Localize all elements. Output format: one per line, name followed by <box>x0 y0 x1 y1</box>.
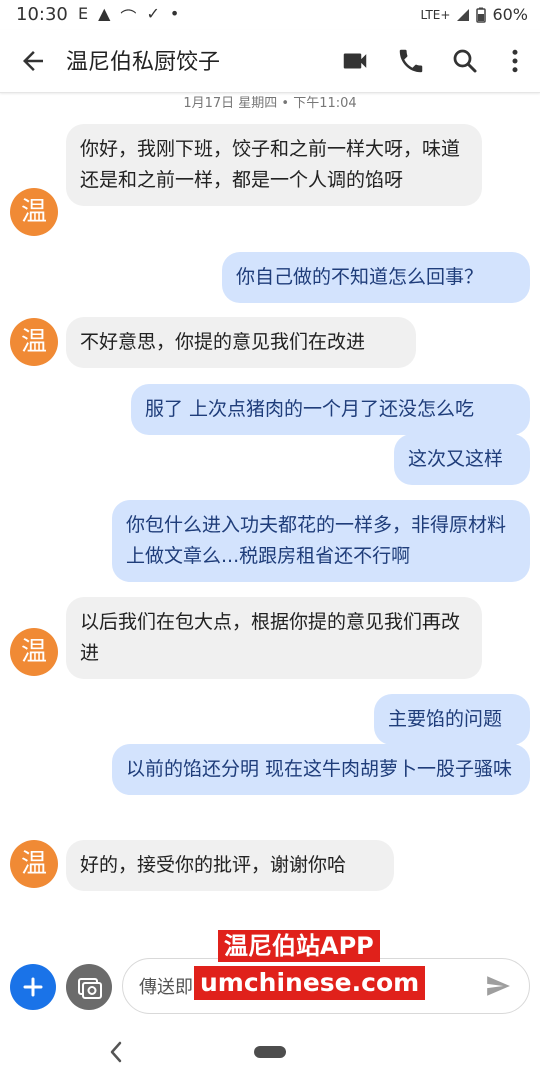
app-bar: 温尼伯私厨饺子 <box>0 30 540 93</box>
add-attachment-button[interactable] <box>10 964 56 1010</box>
plus-icon <box>23 977 43 997</box>
gallery-button[interactable] <box>66 964 112 1010</box>
messages-screen: 10:30 E ▲ ⌒ ✓ • LTE+ 60% 温尼伯私厨饺子 1月17日 星… <box>0 0 540 1080</box>
notification-icons: E ▲ ⌒ ✓ • <box>78 4 179 28</box>
outgoing-message[interactable]: 服了 上次点猪肉的一个月了还没怎么吃 <box>131 384 530 435</box>
search-icon[interactable] <box>450 46 480 76</box>
contact-avatar[interactable]: 温 <box>10 188 58 236</box>
outgoing-message[interactable]: 主要馅的问题 <box>374 694 530 745</box>
e-notification-icon: E <box>78 4 89 23</box>
conversation-title[interactable]: 温尼伯私厨饺子 <box>66 44 220 76</box>
outgoing-message[interactable]: 以前的馅还分明 现在这牛肉胡萝卜一股子骚味 <box>112 744 530 795</box>
nav-home-pill[interactable] <box>254 1046 286 1058</box>
incoming-message[interactable]: 好的，接受你的批评，谢谢你哈 <box>66 840 394 891</box>
incoming-message[interactable]: 你好，我刚下班，饺子和之前一样大呀，味道还是和之前一样，都是一个人调的馅呀 <box>66 124 482 206</box>
outgoing-message[interactable]: 你自己做的不知道怎么回事？ <box>222 252 530 303</box>
incoming-message[interactable]: 以后我们在包大点，根据你提的意见我们再改进 <box>66 597 482 679</box>
contact-avatar[interactable]: 温 <box>10 840 58 888</box>
more-notifications-dot-icon: • <box>169 4 180 23</box>
battery-icon <box>476 7 487 23</box>
wifi-off-icon: ⌒ <box>120 8 137 27</box>
check-download-icon: ✓ <box>146 4 160 23</box>
date-separator: 1月17日 星期四 • 下午11:04 <box>183 96 357 111</box>
back-arrow-icon[interactable] <box>18 46 48 76</box>
message-input-placeholder: 傳送即 <box>139 977 193 998</box>
gallery-icon <box>78 978 102 999</box>
video-call-icon[interactable] <box>340 46 370 76</box>
more-options-icon[interactable] <box>500 46 530 76</box>
nav-back-icon[interactable] <box>106 1039 126 1065</box>
send-icon[interactable] <box>485 973 511 999</box>
contact-avatar[interactable]: 温 <box>10 318 58 366</box>
battery-level: 60% <box>492 5 528 24</box>
network-type: LTE+ <box>420 7 451 22</box>
system-nav-bar <box>0 1026 540 1080</box>
signal-icon <box>457 8 470 21</box>
contact-avatar[interactable]: 温 <box>10 628 58 676</box>
status-time: 10:30 <box>16 4 68 25</box>
warning-icon: ▲ <box>98 4 111 23</box>
phone-call-icon[interactable] <box>396 46 426 76</box>
status-right: LTE+ 60% <box>420 5 528 24</box>
watermark-title: 温尼伯站APP <box>218 930 380 962</box>
outgoing-message[interactable]: 这次又这样 <box>394 434 530 485</box>
outgoing-message[interactable]: 你包什么进入功夫都花的一样多，非得原材料上做文章么...税跟房租省还不行啊 <box>112 500 530 582</box>
status-bar: 10:30 E ▲ ⌒ ✓ • LTE+ 60% <box>0 0 540 30</box>
watermark-url: umchinese.com <box>194 966 426 1000</box>
incoming-message[interactable]: 不好意思，你提的意见我们在改进 <box>66 317 416 368</box>
